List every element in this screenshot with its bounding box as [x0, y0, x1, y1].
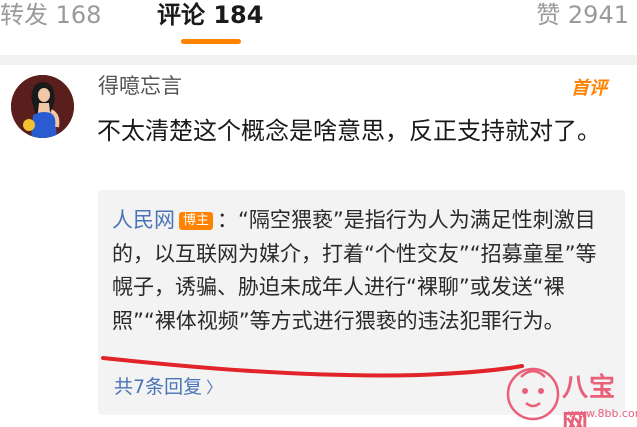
blogger-badge: 博主 [179, 212, 214, 230]
tab-likes[interactable]: 赞 2941 [536, 0, 629, 30]
active-tab-indicator [181, 39, 241, 44]
comment-username[interactable]: 得噫忘言 [98, 72, 182, 100]
reply-content: 人民网 博主 ：“隔空猥亵”是指行为人为满足性刺激目的，以互联网为媒介，打着“个性交… [112, 204, 612, 338]
section-divider [0, 55, 637, 65]
tab-comments[interactable]: 评论 184 [157, 0, 263, 30]
reply-username[interactable]: 人民网 [112, 208, 175, 232]
reply-count-label: 共7条回复 [114, 376, 203, 398]
tab-bar: 转发 168 评论 184 赞 2941 [0, 0, 637, 46]
avatar[interactable] [11, 75, 74, 138]
comment-text: 不太清楚这个概念是啥意思，反正支持就对了。 [97, 117, 601, 145]
watermark-url: www.8bb.com [568, 407, 637, 420]
view-replies-link[interactable]: 共7条回复〉 [114, 374, 222, 401]
tab-repost[interactable]: 转发 168 [0, 0, 101, 30]
first-comment-badge: 首评 [571, 78, 607, 99]
site-watermark: 八宝网 www.8bb.com [504, 363, 637, 427]
avatar-woman-illustration-icon [11, 75, 74, 138]
baby-face-logo-icon [506, 367, 560, 421]
chevron-right-icon: 〉 [206, 378, 223, 397]
